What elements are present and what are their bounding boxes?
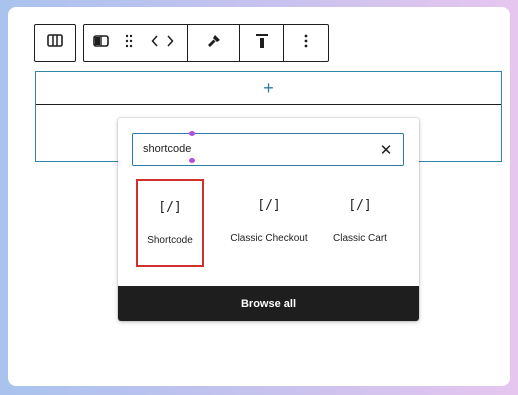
block-inserter-popover: shortcode ✕ [/] Shortcode [/] Classic Ch… (118, 118, 419, 321)
toolbar-parent-group (34, 24, 76, 62)
browse-all-label: Browse all (240, 297, 297, 310)
block-result-classic-cart[interactable]: [/] Classic Cart (326, 179, 394, 267)
styles-button[interactable] (188, 25, 239, 61)
block-result-label: Shortcode (147, 235, 193, 246)
align-top-icon (255, 33, 269, 54)
search-input-value: shortcode (143, 143, 192, 155)
search-input[interactable]: shortcode ✕ (132, 131, 404, 166)
chevron-right-icon (166, 34, 174, 52)
block-result-classic-checkout[interactable]: [/] Classic Checkout (230, 179, 307, 267)
block-layout-icon (47, 34, 63, 52)
block-type-button[interactable] (84, 25, 118, 61)
vertical-align-button[interactable] (240, 25, 283, 61)
block-toolbar (83, 24, 329, 62)
paint-brush-icon (206, 33, 222, 54)
block-result-label: Classic Checkout (230, 233, 308, 244)
plus-icon: + (263, 77, 274, 98)
chevron-left-icon (150, 34, 158, 52)
drag-handle-icon (125, 34, 133, 53)
select-parent-button[interactable] (35, 25, 75, 61)
block-result-shortcode[interactable]: [/] Shortcode (136, 179, 204, 267)
block-result-label: Classic Cart (333, 233, 387, 244)
text-caret-bottom-handle[interactable] (189, 158, 195, 163)
clear-search-button[interactable]: ✕ (378, 141, 394, 159)
shortcode-icon: [/] (348, 198, 372, 213)
block-appender-button[interactable]: + (36, 72, 501, 105)
shortcode-icon: [/] (257, 198, 281, 213)
text-caret-top-handle[interactable] (189, 131, 195, 136)
move-left-button[interactable] (146, 25, 162, 61)
options-button[interactable] (284, 25, 328, 61)
more-vertical-icon (304, 34, 308, 53)
drag-handle-button[interactable] (118, 25, 140, 61)
close-icon: ✕ (379, 142, 393, 159)
shortcode-icon: [/] (158, 200, 182, 215)
browse-all-button[interactable]: Browse all (118, 286, 419, 321)
editor-canvas: + shortcode ✕ [/] Shortcode [/] Classic … (8, 7, 510, 386)
columns-icon (93, 34, 109, 52)
move-right-button[interactable] (162, 25, 178, 61)
